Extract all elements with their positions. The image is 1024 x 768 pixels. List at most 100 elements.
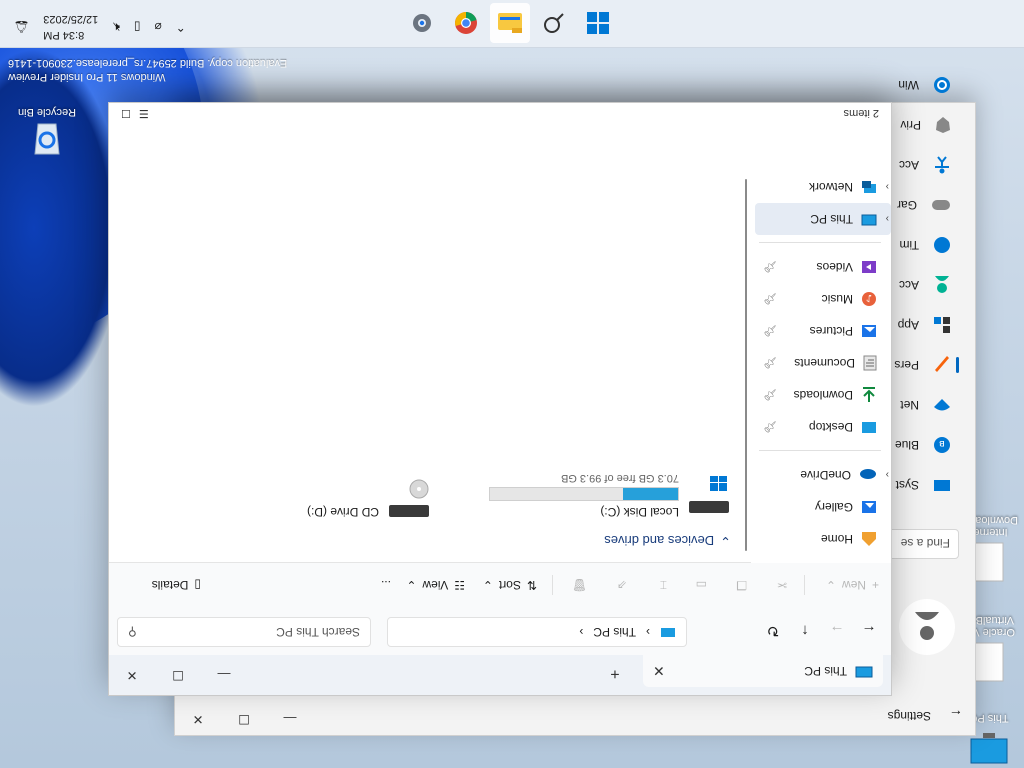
see-more-button[interactable]: ... [381,573,391,597]
nav-item-home[interactable]: Home [755,523,891,555]
nav-item-desktop[interactable]: Desktop 📌︎ [755,411,891,443]
settings-title: Settings [887,709,931,723]
address-bar[interactable]: › This PC › [387,617,687,647]
chevron-right-icon[interactable]: › [579,625,583,639]
delete-button[interactable]: 🗑 [572,573,587,597]
chevron-right-icon[interactable]: › [646,625,650,639]
nav-label: Home [820,532,853,546]
chevron-right-icon[interactable]: › [886,214,889,225]
network-disconnected-icon[interactable]: ⌀ [154,20,161,34]
settings-nav-label: Pers [894,358,919,372]
maximize-button[interactable]: ☐ [155,659,201,691]
rename-button[interactable]: ⌶ [660,573,667,597]
tab-this-pc[interactable]: This PC ✕ [643,655,883,687]
arrow-up-icon: ↑ [801,622,809,640]
tiles-view-icon[interactable]: ☐ [121,107,131,120]
nav-label: Music [821,292,853,306]
start-button[interactable] [578,3,618,43]
view-button[interactable]: ☷ View ⌄ [406,573,465,597]
details-button[interactable]: ▯ Details [152,573,201,597]
pin-icon: 📌︎ [763,356,777,369]
drive-usage-bar [489,487,679,501]
nav-item-downloads[interactable]: Downloads 📌︎ [755,379,891,411]
account-icon [933,276,951,294]
desktop-icon-recycle-bin[interactable]: Recycle Bin [12,106,82,162]
settings-nav-windows-update[interactable]: Win [819,65,959,105]
minimize-button[interactable]: — [267,703,313,735]
nav-item-music[interactable]: ♪ Music 📌︎ [755,283,891,315]
refresh-button[interactable]: ↻ [761,619,785,643]
file-explorer-window[interactable]: This PC ✕ + — ☐ ✕ ← → ↑ ↻ › This PC › Se… [108,102,892,696]
address-label: This PC [593,625,636,639]
scrollbar[interactable] [745,179,747,551]
chevron-right-icon[interactable]: › [886,182,889,193]
sort-button[interactable]: ⇅ Sort ⌄ [483,573,537,597]
search-placeholder: Search This PC [276,625,360,639]
back-button[interactable]: ← [857,619,881,643]
volume-muted-icon[interactable]: 🔇︎ [112,20,120,35]
new-button[interactable]: + New ⌄ [826,573,879,597]
taskbar-apps [402,3,618,43]
nav-item-onedrive[interactable]: › OneDrive [755,459,891,491]
up-button[interactable]: ↑ [793,619,817,643]
group-header[interactable]: ⌄ Devices and drives [604,533,731,550]
drive-item-c[interactable]: Local Disk (C:) 70.3 GB free of 99.3 GB [489,472,731,519]
forward-button[interactable]: → [825,619,849,643]
settings-taskbar-button[interactable] [402,3,442,43]
svg-text:♪: ♪ [866,292,872,303]
copy-icon: ❐ [736,578,747,592]
chevron-up-icon[interactable]: ⌃ [176,20,186,34]
user-avatar[interactable] [899,599,955,655]
drive-item-d[interactable]: CD Drive (D:) [307,479,431,519]
cd-drive-icon [387,479,431,519]
globe-icon [933,236,951,254]
clock[interactable]: 8:34 PM 12/25/2023 [43,11,98,43]
close-button[interactable]: ✕ [109,659,155,691]
drive-info: Local Disk (C:) 70.3 GB free of 99.3 GB [489,472,679,519]
more-label: ... [380,578,391,592]
nav-item-documents[interactable]: Documents 📌︎ [755,347,891,379]
minimize-button[interactable]: — [201,659,247,691]
share-icon: ⇗ [616,578,627,592]
search-input[interactable]: Search This PC ⚲ [117,617,371,647]
drive-usage-fill [623,488,678,500]
nav-label: Documents [794,356,855,370]
back-arrow-icon[interactable]: ← [949,707,963,723]
close-button[interactable]: ✕ [175,703,221,735]
pin-icon: 📌︎ [763,260,777,273]
notification-bell-icon[interactable]: 🔔︎ [14,20,29,34]
nav-item-pictures[interactable]: Pictures 📌︎ [755,315,891,347]
taskbar: ⌃ ⌀ ▯ 🔇︎ 8:34 PM 12/25/2023 🔔︎ [0,0,1024,48]
nav-item-network[interactable]: › Network [755,171,891,203]
search-button[interactable] [534,3,574,43]
nav-label: Videos [816,260,853,274]
file-explorer-taskbar-button[interactable] [490,3,530,43]
settings-nav-label: App [897,318,919,332]
nav-item-videos[interactable]: Videos 📌︎ [755,251,891,283]
chrome-taskbar-button[interactable] [446,3,486,43]
system-tray: ⌃ ⌀ ▯ 🔇︎ 8:34 PM 12/25/2023 🔔︎ [14,11,186,43]
settings-nav-label: Tim [899,238,919,252]
chevron-right-icon[interactable]: › [886,470,889,481]
new-tab-button[interactable]: + [601,659,629,687]
paste-button[interactable]: ▭ [696,573,707,597]
view-icon: ☷ [454,578,465,592]
pin-icon: 📌︎ [763,420,777,433]
device-icon[interactable]: ▯ [134,20,141,34]
share-button[interactable]: ⇗ [617,573,627,597]
chevron-down-icon: ⌄ [720,534,731,549]
nav-item-this-pc[interactable]: › This PC [755,203,891,235]
close-tab-icon[interactable]: ✕ [653,663,665,680]
nav-item-gallery[interactable]: Gallery [755,491,891,523]
download-icon [861,387,877,403]
details-view-icon[interactable]: ☰ [139,107,149,120]
arrow-right-icon: → [829,622,845,640]
drive-name: CD Drive (D:) [307,505,379,519]
copy-button[interactable]: ❐ [736,573,747,597]
watermark-line: Evaluation copy. Build 25947.rs_prerelea… [8,57,288,69]
group-header-label: Devices and drives [604,533,715,549]
maximize-button[interactable]: ☐ [221,703,267,735]
bluetooth-icon: ʙ [933,436,951,454]
chevron-down-icon: ⌄ [406,578,417,592]
cut-button[interactable]: ✂ [777,573,787,597]
